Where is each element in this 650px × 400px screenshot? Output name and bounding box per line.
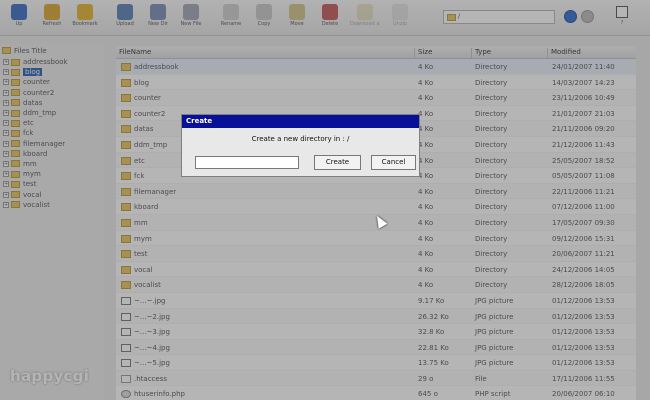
dialog-message: Create a new directory in : /	[251, 135, 350, 143]
create-directory-dialog: Create Create a new directory in : / Cre…	[181, 114, 420, 177]
cancel-button[interactable]: Cancel	[371, 155, 416, 170]
directory-name-input[interactable]	[195, 156, 299, 169]
create-button[interactable]: Create	[314, 155, 361, 170]
modal-overlay	[0, 0, 650, 400]
dialog-title: Create	[182, 115, 419, 128]
